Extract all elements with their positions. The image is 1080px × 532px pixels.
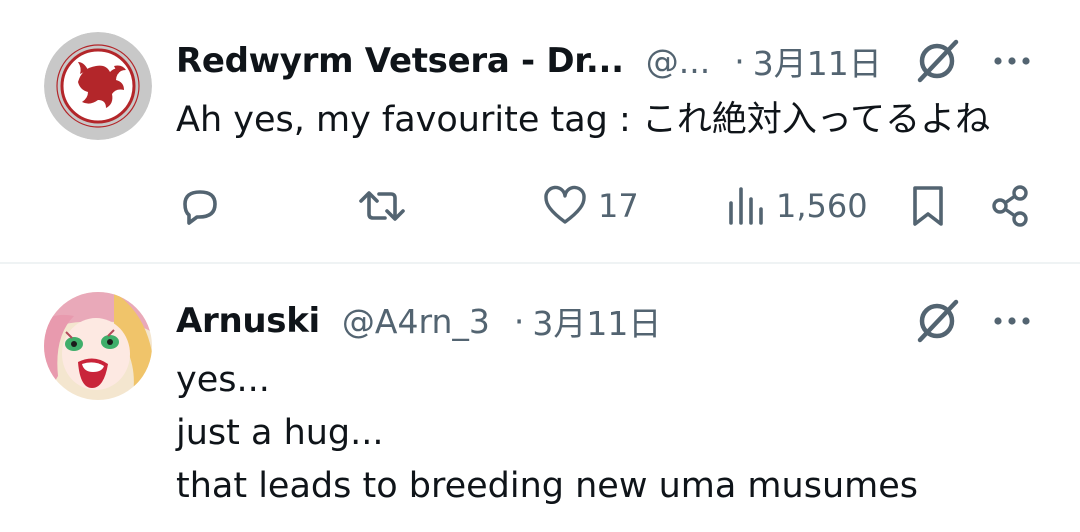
more-icon[interactable]: [990, 311, 1034, 331]
retweet-icon: [359, 191, 405, 221]
avatar[interactable]: [44, 292, 152, 400]
author-handle[interactable]: @A4rn_3: [342, 302, 490, 341]
like-button[interactable]: 17: [542, 178, 639, 234]
targaryen-emblem-icon: [44, 32, 152, 140]
like-icon: [544, 185, 586, 224]
author-name[interactable]: Redwyrm Vetsera - Dr...: [176, 41, 624, 81]
tweet-header: Redwyrm Vetsera - Dr... @... · 3月11日: [176, 34, 882, 88]
views-icon: [729, 187, 763, 225]
reply-button[interactable]: [176, 178, 224, 234]
author-handle[interactable]: @...: [646, 42, 710, 81]
like-count: 17: [598, 187, 639, 225]
tweet-text: Ah yes, my favourite tag : これ絶対入ってるよね: [176, 94, 990, 147]
separator-dot: ·: [513, 301, 525, 341]
tweet-text-line: Ah yes, my favourite tag : これ絶対入ってるよね: [176, 100, 991, 140]
grok-icon[interactable]: [914, 38, 960, 84]
tweet-date[interactable]: 3月11日: [532, 297, 661, 345]
more-icon[interactable]: [990, 51, 1034, 71]
reply-icon: [183, 190, 217, 225]
tweet-text-line: that leads to breeding new uma musumes: [176, 466, 918, 506]
share-button[interactable]: [988, 178, 1034, 234]
author-name[interactable]: Arnuski: [176, 301, 320, 341]
avatar[interactable]: [44, 32, 152, 140]
anime-avatar-icon: [44, 292, 152, 400]
view-count: 1,560: [776, 187, 868, 225]
bookmark-button[interactable]: [908, 178, 948, 234]
tweet-text-line: just a hug...: [176, 413, 384, 453]
tweet-text-line: yes...: [176, 360, 270, 400]
separator-dot: ·: [734, 41, 745, 81]
tweet-header: Arnuski @A4rn_3 · 3月11日: [176, 294, 661, 348]
views-button[interactable]: 1,560: [726, 178, 868, 234]
grok-icon[interactable]: [914, 298, 960, 344]
retweet-button[interactable]: [356, 178, 408, 234]
bookmark-icon: [913, 186, 943, 226]
share-icon: [992, 185, 1028, 227]
tweet-date[interactable]: 3月11日: [753, 37, 882, 85]
tweet-text: yes... just a hug... that leads to breed…: [176, 354, 918, 513]
